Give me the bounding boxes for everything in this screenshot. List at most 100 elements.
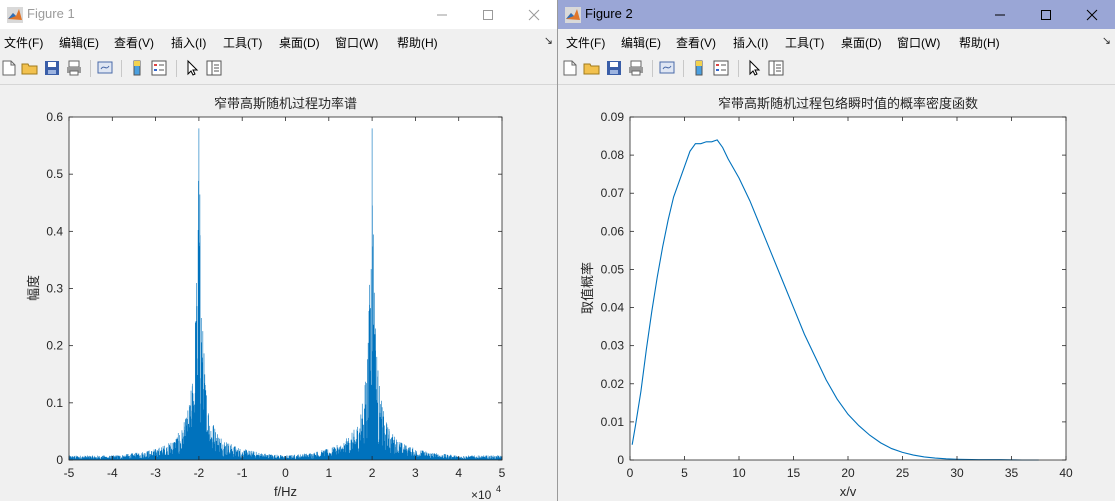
save-icon[interactable] (43, 59, 61, 77)
link-plot-icon[interactable] (658, 59, 676, 77)
x-tick-label: 5 (681, 466, 688, 480)
figure-window-1: Figure 1 文件(F) 编辑(E) 查看(V) 插入(I) 工具(T) 桌… (0, 0, 557, 501)
y-tick-label: 0.07 (601, 186, 625, 200)
menu-insert[interactable]: 插入(I) (171, 34, 206, 51)
y-tick-label: 0 (56, 453, 63, 467)
x-tick-label: 5 (499, 466, 506, 480)
menu-desktop[interactable]: 桌面(D) (841, 34, 882, 51)
toolbar-separator (683, 60, 684, 77)
envelope-pdf-chart[interactable]: 0 5 10 15 20 25 30 35 40 0 0.01 0.02 0.03 0.04 0.05 0.… (558, 85, 1115, 501)
new-figure-icon[interactable] (561, 59, 579, 77)
menu-view[interactable]: 查看(V) (676, 34, 716, 51)
menu-file[interactable]: 文件(F) (4, 34, 43, 51)
menu-desktop[interactable]: 桌面(D) (279, 34, 320, 51)
x-tick-label: 2 (369, 466, 376, 480)
toolbar-separator (90, 60, 91, 77)
open-file-icon[interactable] (21, 59, 39, 77)
maximize-icon (1041, 9, 1051, 20)
x-tick-label: -5 (64, 466, 75, 480)
menu-help[interactable]: 帮助(H) (397, 34, 438, 51)
minimize-button[interactable] (977, 0, 1023, 29)
x-exponent-power: 4 (496, 484, 501, 494)
y-tick-label: 0 (617, 453, 624, 467)
figure-window-2: Figure 2 文件(F) 编辑(E) 查看(V) 插入(I) 工具(T) 桌… (558, 0, 1115, 501)
y-tick-label: 0.2 (46, 339, 63, 353)
maximize-button[interactable] (465, 0, 511, 29)
window-title: Figure 1 (27, 6, 75, 21)
chart-title: 窄带高斯随机过程包络瞬时值的概率密度函数 (718, 96, 978, 111)
x-axis-label: x/v (840, 484, 857, 499)
open-file-icon[interactable] (583, 59, 601, 77)
menu-edit[interactable]: 编辑(E) (621, 34, 661, 51)
y-tick-label: 0.05 (601, 262, 625, 276)
x-axis-label: f/Hz (274, 484, 297, 499)
toolbar-separator (121, 60, 122, 77)
menu-window[interactable]: 窗口(W) (897, 34, 940, 51)
maximize-button[interactable] (1023, 0, 1069, 29)
dock-arrow-icon[interactable]: ↘ (544, 34, 553, 47)
menu-bar: 文件(F) 编辑(E) 查看(V) 插入(I) 工具(T) 桌面(D) 窗口(W… (0, 31, 557, 53)
property-inspector-icon[interactable] (767, 59, 785, 77)
save-icon[interactable] (605, 59, 623, 77)
y-tick-label: 0.3 (46, 282, 63, 296)
y-tick-label: 0.6 (46, 110, 63, 124)
x-tick-label: 25 (896, 466, 910, 480)
menu-tools[interactable]: 工具(T) (785, 34, 824, 51)
power-spectrum-chart[interactable]: -5 -4 -3 -2 -1 0 1 2 3 4 5 0 0.1 0.2 0.3 0.4 0.5 0.6 窄带高… (0, 85, 557, 501)
chart-title: 窄带高斯随机过程功率谱 (214, 96, 357, 111)
insert-legend-icon[interactable] (712, 59, 730, 77)
x-tick-label: 0 (282, 466, 289, 480)
menu-view[interactable]: 查看(V) (114, 34, 154, 51)
menu-window[interactable]: 窗口(W) (335, 34, 378, 51)
toolbar-separator (176, 60, 177, 77)
toolbar-separator (652, 60, 653, 77)
y-axis-label: 取值概率 (580, 262, 595, 314)
x-tick-label: -3 (150, 466, 161, 480)
y-axis-label: 幅度 (26, 275, 41, 301)
x-exponent-base: ×10 (471, 488, 492, 501)
plot-area (69, 117, 502, 460)
x-tick-label: 35 (1005, 466, 1019, 480)
maximize-icon (483, 9, 493, 20)
edit-plot-arrow-icon[interactable] (745, 59, 763, 77)
insert-colorbar-icon[interactable] (690, 59, 708, 77)
menu-help[interactable]: 帮助(H) (959, 34, 1000, 51)
link-plot-icon[interactable] (96, 59, 114, 77)
toolbar-separator (738, 60, 739, 77)
insert-legend-icon[interactable] (150, 59, 168, 77)
x-tick-label: 30 (950, 466, 964, 480)
close-button[interactable] (511, 0, 557, 29)
title-bar[interactable]: Figure 2 (558, 0, 1115, 29)
print-icon[interactable] (627, 59, 645, 77)
x-tick-label: 1 (325, 466, 332, 480)
x-tick-label: -2 (194, 466, 205, 480)
figure-canvas: 0 5 10 15 20 25 30 35 40 0 0.01 0.02 0.03 0.04 0.05 0.… (558, 84, 1115, 501)
x-tick-label: 20 (841, 466, 855, 480)
minimize-icon (995, 14, 1005, 15)
y-tick-label: 0.02 (601, 377, 625, 391)
menu-tools[interactable]: 工具(T) (223, 34, 262, 51)
minimize-button[interactable] (419, 0, 465, 29)
close-icon (528, 9, 540, 20)
title-bar[interactable]: Figure 1 (0, 0, 557, 29)
dock-arrow-icon[interactable]: ↘ (1102, 34, 1111, 47)
insert-colorbar-icon[interactable] (128, 59, 146, 77)
property-inspector-icon[interactable] (205, 59, 223, 77)
minimize-icon (437, 14, 447, 15)
x-tick-label: 15 (787, 466, 801, 480)
edit-plot-arrow-icon[interactable] (183, 59, 201, 77)
new-figure-icon[interactable] (0, 59, 18, 77)
y-tick-label: 0.01 (601, 415, 625, 429)
menu-bar: 文件(F) 编辑(E) 查看(V) 插入(I) 工具(T) 桌面(D) 窗口(W… (558, 31, 1115, 53)
x-tick-label: 0 (627, 466, 634, 480)
matlab-logo-icon (7, 7, 23, 23)
y-tick-label: 0.09 (601, 110, 625, 124)
close-button[interactable] (1069, 0, 1115, 29)
y-tick-label: 0.5 (46, 167, 63, 181)
menu-insert[interactable]: 插入(I) (733, 34, 768, 51)
menu-edit[interactable]: 编辑(E) (59, 34, 99, 51)
y-tick-label: 0.04 (601, 301, 625, 315)
print-icon[interactable] (65, 59, 83, 77)
menu-file[interactable]: 文件(F) (566, 34, 605, 51)
y-tick-label: 0.1 (46, 396, 63, 410)
